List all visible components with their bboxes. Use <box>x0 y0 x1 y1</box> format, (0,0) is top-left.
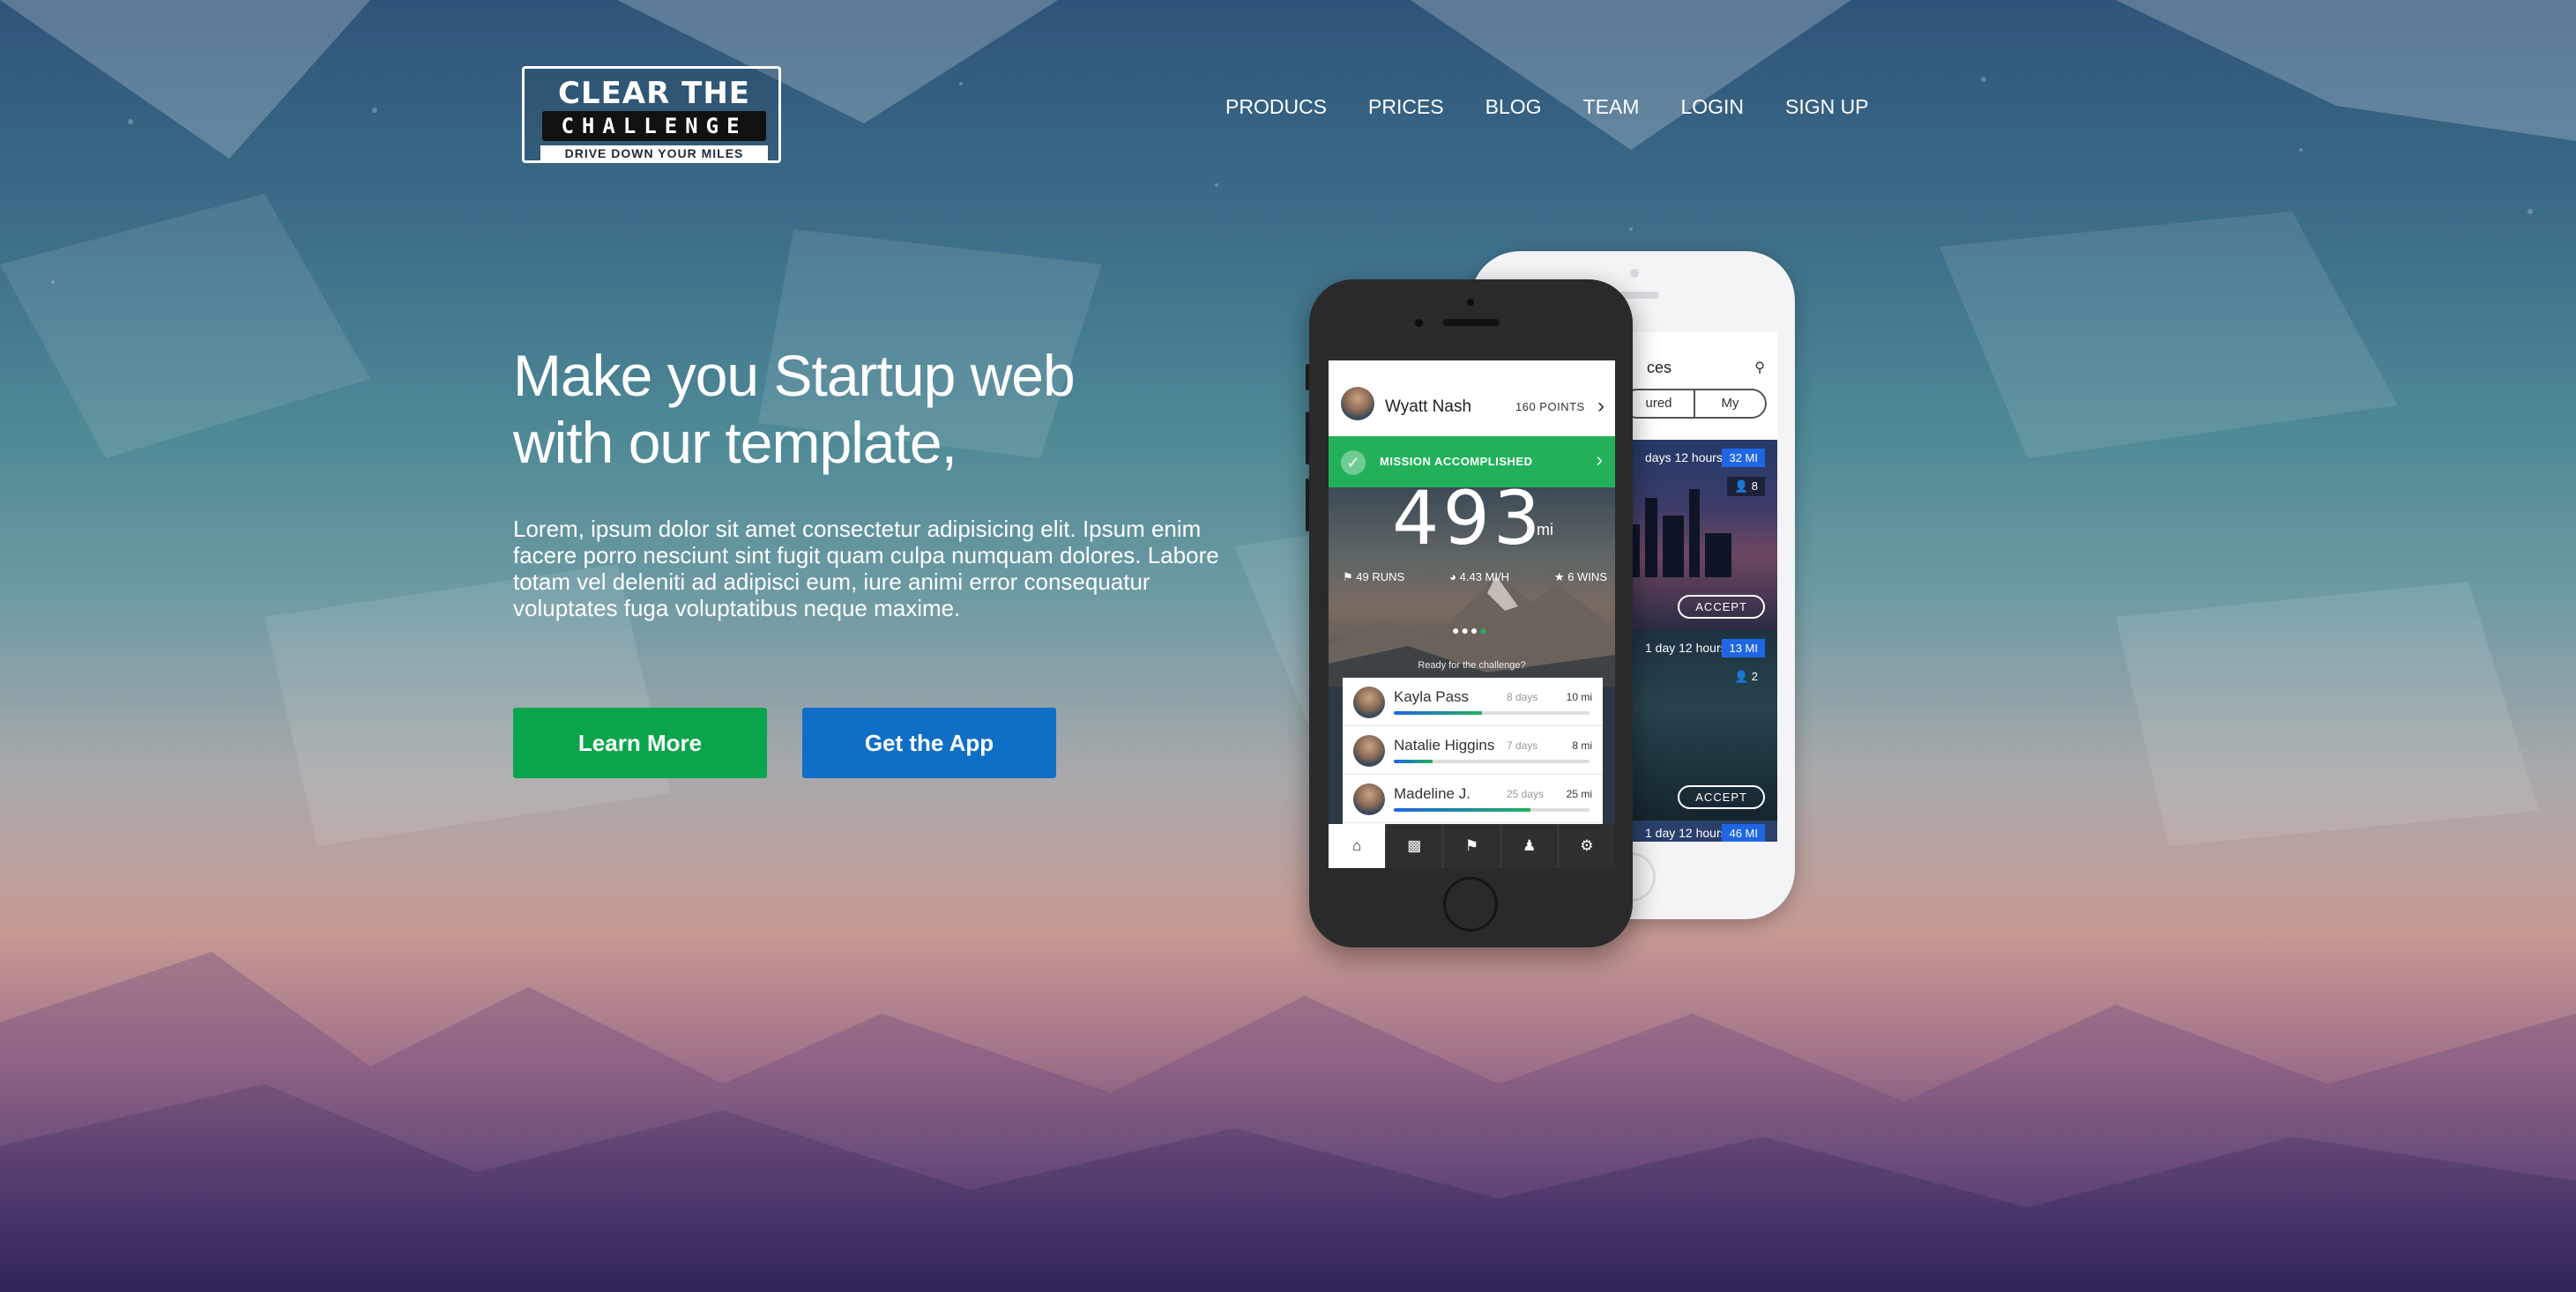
stats-row: ⚑ 49 RUNS ◕ 4.43 MI/H ★ 6 WINS <box>1343 570 1607 584</box>
leaderboard-row[interactable]: Kayla Pass 8 days 10 mi <box>1343 678 1603 726</box>
accept-button[interactable]: ACCEPT <box>1678 595 1765 619</box>
dashboard-screen: Wyatt Nash 160 POINTS › ✓ MISSION ACCOMP… <box>1329 360 1615 868</box>
progress-track <box>1394 808 1590 812</box>
background-lowpoly <box>0 0 2576 1292</box>
leaderboard-miles: 10 mi <box>1566 691 1592 703</box>
trophy-icon: ★ <box>1553 570 1565 583</box>
participants-count: 8 <box>1751 479 1758 493</box>
phone-camera <box>1467 299 1474 306</box>
user-points: 160 POINTS <box>1515 400 1585 413</box>
speedometer-icon: ◕ <box>1449 570 1456 583</box>
stat-runs: ⚑ 49 RUNS <box>1343 570 1404 584</box>
total-miles-unit: mi <box>1537 521 1553 538</box>
participants-count: 2 <box>1751 670 1758 683</box>
mileage-hero: 493 mi ⚑ 49 RUNS ◕ 4.43 MI/H ★ 6 WINS ●●… <box>1329 475 1615 687</box>
leaderboard-miles: 25 mi <box>1566 788 1592 800</box>
avatar <box>1353 735 1385 767</box>
segment-control: ured My <box>1622 389 1767 419</box>
stat-speed: ◕ 4.43 MI/H <box>1449 570 1509 584</box>
phone-side-button <box>1306 412 1309 464</box>
phone-home-button <box>1443 877 1498 932</box>
chevron-right-icon: › <box>1596 449 1603 471</box>
nav-link-products[interactable]: PRODUCS <box>1225 95 1327 119</box>
search-icon[interactable]: ⚲ <box>1754 359 1765 376</box>
total-miles-value: 493 <box>1392 475 1545 561</box>
flag-icon[interactable]: ⚑ <box>1443 824 1501 868</box>
progress-fill <box>1394 808 1531 812</box>
city-skyline <box>1689 489 1700 577</box>
challenge-time: 1 day 12 hours <box>1645 826 1727 840</box>
nav-link-login[interactable]: LOGIN <box>1680 95 1744 119</box>
segment-featured[interactable]: ured <box>1624 390 1694 417</box>
get-the-app-button[interactable]: Get the App <box>802 708 1056 778</box>
leaderboard-name: Kayla Pass <box>1394 688 1470 705</box>
phone-front-sensor <box>1415 319 1423 327</box>
bottom-tab-bar: ⌂ ▩ ⚑ ♟ ⚙ <box>1329 824 1615 868</box>
leaderboard-row[interactable]: Madeline J. 25 days 25 mi <box>1343 775 1603 823</box>
person-icon[interactable]: ♟ <box>1501 824 1559 868</box>
phone-camera <box>1630 269 1639 278</box>
stat-runs-label: 49 RUNS <box>1356 570 1405 583</box>
nav-link-blog[interactable]: BLOG <box>1485 95 1542 119</box>
distance-badge: 13 MI <box>1722 639 1765 657</box>
hero-lead-text: Lorem, ipsum dolor sit amet consectetur … <box>513 516 1219 621</box>
leaderboard-name: Madeline J. <box>1394 785 1470 802</box>
distance-badge: 46 MI <box>1722 824 1765 842</box>
nav-link-signup[interactable]: SIGN UP <box>1785 95 1869 119</box>
leaderboard-row[interactable]: Natalie Higgins 7 days 8 mi <box>1343 726 1603 775</box>
accept-button[interactable]: ACCEPT <box>1678 785 1765 809</box>
participants-badge: 👤 2 <box>1733 670 1758 683</box>
brand-logo[interactable]: CLEAR THE AIR CHALLENGE DRIVE DOWN YOUR … <box>522 66 781 163</box>
leaderboard-miles: 8 mi <box>1572 739 1592 752</box>
flag-icon: ⚑ <box>1343 570 1353 583</box>
stat-speed-label: 4.43 MI/H <box>1459 570 1509 583</box>
leaderboard-list: Kayla Pass 8 days 10 mi Natalie Higgins … <box>1343 678 1603 824</box>
stat-wins-label: 6 WINS <box>1567 570 1607 583</box>
check-icon: ✓ <box>1341 450 1366 475</box>
hero-headline-line1: Make you Startup web <box>513 343 1076 408</box>
leaderboard-days: 25 days <box>1507 788 1545 800</box>
learn-more-button[interactable]: Learn More <box>513 708 767 778</box>
leaderboard-days: 7 days <box>1507 739 1538 752</box>
avatar <box>1353 687 1385 718</box>
segment-my[interactable]: My <box>1694 390 1765 417</box>
avatar <box>1341 387 1374 420</box>
logo-subtitle: CHALLENGE <box>542 111 766 141</box>
avatar <box>1353 783 1385 815</box>
pager-dots[interactable]: ●●●● <box>1452 623 1489 637</box>
challenges-title: ces <box>1647 359 1672 376</box>
challenge-time: days 12 hours <box>1645 450 1723 464</box>
hero-headline: Make you Startup web with our template, <box>513 342 1218 476</box>
ready-prompt: Ready for the challenge? <box>1418 660 1526 671</box>
nav-link-prices[interactable]: PRICES <box>1368 95 1444 119</box>
progress-track <box>1394 711 1590 715</box>
hero-headline-line2: with our template, <box>513 410 957 475</box>
phone-mockup-black: Wyatt Nash 160 POINTS › ✓ MISSION ACCOMP… <box>1306 279 1633 947</box>
stats-icon[interactable]: ▩ <box>1386 824 1444 868</box>
challenge-time: 1 day 12 hours <box>1645 641 1727 655</box>
mission-banner-text: MISSION ACCOMPLISHED <box>1380 455 1533 468</box>
phone-speaker <box>1443 319 1500 326</box>
profile-header[interactable]: Wyatt Nash 160 POINTS › <box>1329 360 1615 436</box>
chevron-right-icon: › <box>1597 394 1604 418</box>
participants-badge: 👤 8 <box>1726 477 1765 496</box>
leaderboard-days: 8 days <box>1507 691 1538 703</box>
distance-badge: 32 MI <box>1722 449 1765 467</box>
phone-side-button <box>1306 479 1309 531</box>
progress-track <box>1394 760 1590 763</box>
phone-side-button <box>1306 364 1309 390</box>
stat-wins: ★ 6 WINS <box>1554 570 1607 584</box>
settings-icon[interactable]: ⚙ <box>1559 824 1615 868</box>
home-icon[interactable]: ⌂ <box>1329 824 1387 868</box>
user-name: Wyatt Nash <box>1385 397 1472 416</box>
nav-link-team[interactable]: TEAM <box>1583 95 1640 119</box>
progress-fill <box>1394 711 1482 715</box>
logo-tagline: DRIVE DOWN YOUR MILES <box>540 145 768 161</box>
progress-fill <box>1394 760 1433 763</box>
city-skyline <box>1663 516 1684 577</box>
city-skyline <box>1705 533 1731 577</box>
main-nav: PRODUCS PRICES BLOG TEAM LOGIN SIGN UP <box>1225 95 1869 119</box>
city-skyline <box>1645 498 1657 577</box>
leaderboard-name: Natalie Higgins <box>1394 737 1495 754</box>
